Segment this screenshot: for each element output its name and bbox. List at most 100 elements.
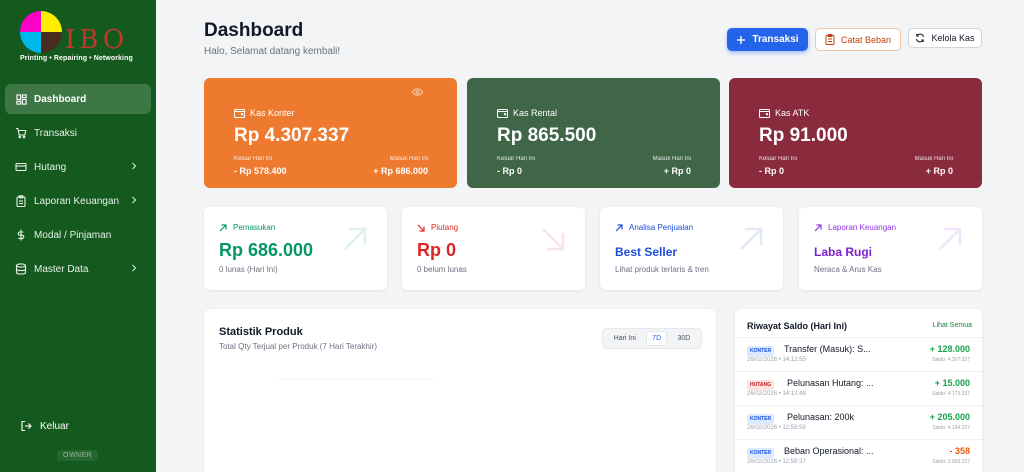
cash-out-value: - Rp 578.400 <box>234 166 287 176</box>
brand-logo: IBO <box>20 11 140 55</box>
sidebar-item-laporan-keuangan[interactable]: Laporan Keuangan <box>5 186 151 216</box>
page-subtitle: Halo, Selamat datang kembali! <box>204 46 341 57</box>
cash-card-amount: Rp 4.307.337 <box>234 125 350 146</box>
history-date: 26/02/2026 • 12:58:37 <box>747 459 806 465</box>
account-badge: KONTER <box>747 448 775 458</box>
pemasukan-card[interactable]: Pemasukan Rp 686.000 0 lunas (Hari Ini) <box>204 207 387 290</box>
cash-card-label: Kas Rental <box>497 108 557 118</box>
stat-card-subtext: 0 lunas (Hari Ini) <box>219 265 278 274</box>
history-description: Pelunasan Hutang: ... <box>787 378 874 388</box>
history-row[interactable]: KONTER Transfer (Masuk): S... 26/02/2026… <box>735 337 982 371</box>
chart-area <box>234 374 704 472</box>
stat-card-label: Laporan Keuangan <box>814 223 896 232</box>
cash-in-label: Masuk Hari Ini <box>652 156 691 162</box>
history-date: 26/02/2026 • 12:58:59 <box>747 425 806 431</box>
sidebar: IBO Printing • Repairing • Networking Da… <box>0 0 156 472</box>
chevron-right-icon <box>132 196 137 204</box>
stat-card-title: Piutang <box>431 223 459 232</box>
logout-button[interactable]: Keluar <box>20 420 69 432</box>
catat-beban-button[interactable]: Catat Beban <box>815 28 901 51</box>
stat-card-label: Piutang <box>417 223 458 232</box>
stat-card-label: Analisa Penjualan <box>615 223 693 232</box>
sidebar-item-label: Dashboard <box>34 93 87 105</box>
logo-color-wheel-icon <box>20 11 62 53</box>
account-badge: HUTANG <box>747 380 775 390</box>
cash-card-name: Kas Konter <box>250 108 295 118</box>
arrow-up-right-icon <box>939 227 962 250</box>
plus-icon <box>737 35 746 44</box>
history-date: 26/02/2026 • 14:12:48 <box>747 391 806 397</box>
kas-atk-card[interactable]: Kas ATK Rp 91.000 Keluar Hari Ini - Rp 0… <box>729 78 982 188</box>
cash-out-label: Keluar Hari Ini <box>497 156 536 162</box>
chevron-right-icon <box>132 264 137 272</box>
stat-card-label: Pemasukan <box>219 223 275 232</box>
sidebar-item-hutang[interactable]: Hutang <box>5 152 151 182</box>
arrow-up-right-icon <box>219 223 227 231</box>
range-7d-button[interactable]: 7D <box>646 331 668 346</box>
see-all-link[interactable]: Lihat Semua <box>933 322 972 329</box>
arrow-down-right-icon <box>542 228 565 251</box>
history-description: Pelunasan: 200k <box>787 412 855 422</box>
stat-card-value: Best Seller <box>615 245 678 259</box>
piutang-card[interactable]: Piutang Rp 0 0 belum lunas <box>402 207 585 290</box>
range-selector: Hari Ini 7D 30D <box>602 328 702 349</box>
stat-card-subtext: Neraca & Arus Kas <box>814 265 882 274</box>
sidebar-item-master-data[interactable]: Master Data <box>5 254 151 284</box>
dashboard-icon <box>15 93 27 105</box>
sidebar-item-label: Laporan Keuangan <box>34 195 120 207</box>
kas-rental-card[interactable]: Kas Rental Rp 865.500 Keluar Hari Ini - … <box>467 78 720 188</box>
history-amount: + 205.000 <box>929 412 970 422</box>
arrow-up-right-icon <box>740 227 763 250</box>
cash-out-value: - Rp 0 <box>497 166 523 176</box>
clipboard-icon <box>825 34 835 45</box>
history-description: Beban Operasional: ... <box>784 446 874 456</box>
stat-card-subtext: 0 belum lunas <box>417 265 467 274</box>
cash-card-label: Kas Konter <box>234 108 295 118</box>
stat-card-value: Rp 0 <box>417 240 457 260</box>
history-saldo: Saldo: 4.307.337 <box>932 357 970 363</box>
kelola-kas-button-label: Kelola Kas <box>931 33 975 43</box>
laporan-keuangan-card[interactable]: Laporan Keuangan Laba Rugi Neraca & Arus… <box>799 207 982 290</box>
arrow-down-right-icon <box>417 224 425 232</box>
cash-card-name: Kas Rental <box>513 108 558 118</box>
history-row[interactable]: HUTANG Pelunasan Hutang: ... 26/02/2026 … <box>735 371 982 405</box>
history-saldo: Saldo: 3.959.337 <box>932 459 970 465</box>
history-description: Transfer (Masuk): S... <box>784 344 871 354</box>
cash-in-label: Masuk Hari Ini <box>389 156 428 162</box>
eye-icon[interactable] <box>412 88 423 96</box>
cart-icon <box>15 127 27 139</box>
cash-in-value: + Rp 686.000 <box>373 166 428 176</box>
sidebar-item-transaksi[interactable]: Transaksi <box>5 118 151 148</box>
analisa-penjualan-card[interactable]: Analisa Penjualan Best Seller Lihat prod… <box>600 207 783 290</box>
balance-history-panel: Riwayat Saldo (Hari Ini) Lihat Semua KON… <box>735 309 982 472</box>
arrow-up-right-icon <box>814 223 822 231</box>
product-stats-panel: Statistik Produk Total Qty Terjual per P… <box>204 309 716 472</box>
chart-gridlines <box>274 378 434 380</box>
card-icon <box>15 161 27 173</box>
cash-out-label: Keluar Hari Ini <box>234 156 273 162</box>
history-amount: + 15.000 <box>934 378 970 388</box>
sidebar-item-label: Transaksi <box>34 127 77 139</box>
wallet-icon <box>234 109 245 118</box>
stat-card-title: Pemasukan <box>233 223 276 232</box>
wallet-icon <box>759 109 770 118</box>
stat-card-value: Laba Rugi <box>814 245 873 259</box>
history-amount: - 358 <box>949 446 970 456</box>
history-row[interactable]: KONTER Beban Operasional: ... 26/02/2026… <box>735 439 982 472</box>
kas-konter-card[interactable]: Kas Konter Rp 4.307.337 Keluar Hari Ini … <box>204 78 457 188</box>
stat-card-title: Laporan Keuangan <box>828 223 897 232</box>
history-row[interactable]: KONTER Pelunasan: 200k 26/02/2026 • 12:5… <box>735 405 982 439</box>
sidebar-item-modal-pinjaman[interactable]: Modal / Pinjaman <box>5 220 151 250</box>
transaksi-button[interactable]: Transaksi <box>727 28 808 51</box>
sidebar-item-dashboard[interactable]: Dashboard <box>5 84 151 114</box>
range-today-button[interactable]: Hari Ini <box>609 332 641 345</box>
kelola-kas-button[interactable]: Kelola Kas <box>908 28 982 48</box>
logout-label: Keluar <box>40 420 69 432</box>
history-saldo: Saldo: 4.179.337 <box>932 391 970 397</box>
role-badge: OWNER <box>57 450 99 461</box>
cash-in-label: Masuk Hari Ini <box>914 156 953 162</box>
stat-card-subtext: Lihat produk terlaris & tren <box>615 265 709 274</box>
range-30d-button[interactable]: 30D <box>672 332 695 345</box>
refresh-icon <box>916 33 925 43</box>
cash-card-name: Kas ATK <box>775 108 810 118</box>
